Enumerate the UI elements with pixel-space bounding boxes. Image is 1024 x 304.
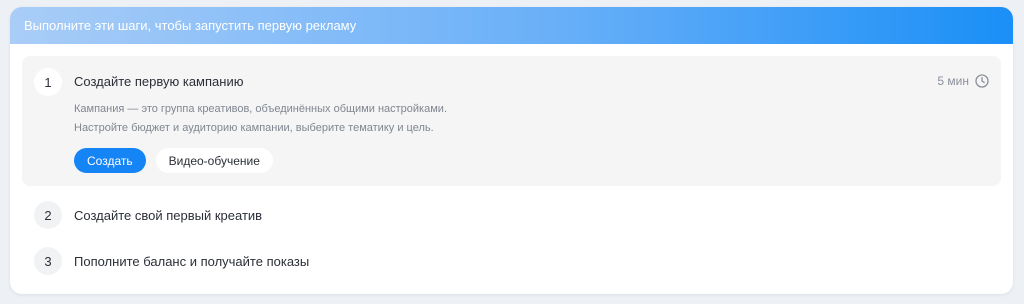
steps-list: 1 Создайте первую кампанию 5 мин Кампани…: [10, 44, 1013, 283]
step-description-line: Кампания — это группа креативов, объедин…: [74, 103, 447, 115]
create-campaign-button[interactable]: Создать: [74, 148, 146, 173]
step-time: 5 мин: [937, 74, 989, 88]
step-number: 3: [34, 247, 62, 275]
onboarding-title: Выполните эти шаги, чтобы запустить перв…: [24, 18, 357, 33]
step-3[interactable]: 3 Пополните баланс и получайте показы: [22, 239, 1001, 283]
step-time-label: 5 мин: [937, 74, 969, 88]
step-number: 2: [34, 201, 62, 229]
step-title: Пополните баланс и получайте показы: [74, 254, 310, 269]
onboarding-header: Выполните эти шаги, чтобы запустить перв…: [10, 7, 1013, 44]
step-2[interactable]: 2 Создайте свой первый креатив: [22, 193, 1001, 237]
step-1: 1 Создайте первую кампанию 5 мин Кампани…: [22, 56, 1001, 186]
clock-icon: [975, 74, 989, 88]
step-number: 1: [34, 68, 62, 96]
step-description-line: Настройте бюджет и аудиторию кампании, в…: [74, 122, 434, 134]
video-tutorial-button[interactable]: Видео-обучение: [155, 148, 273, 173]
step-actions: Создать Видео-обучение: [74, 148, 273, 173]
onboarding-card: Выполните эти шаги, чтобы запустить перв…: [10, 7, 1013, 294]
step-description: Кампания — это группа креативов, объедин…: [74, 100, 447, 138]
step-title: Создайте первую кампанию: [74, 74, 244, 89]
step-title: Создайте свой первый креатив: [74, 208, 263, 223]
